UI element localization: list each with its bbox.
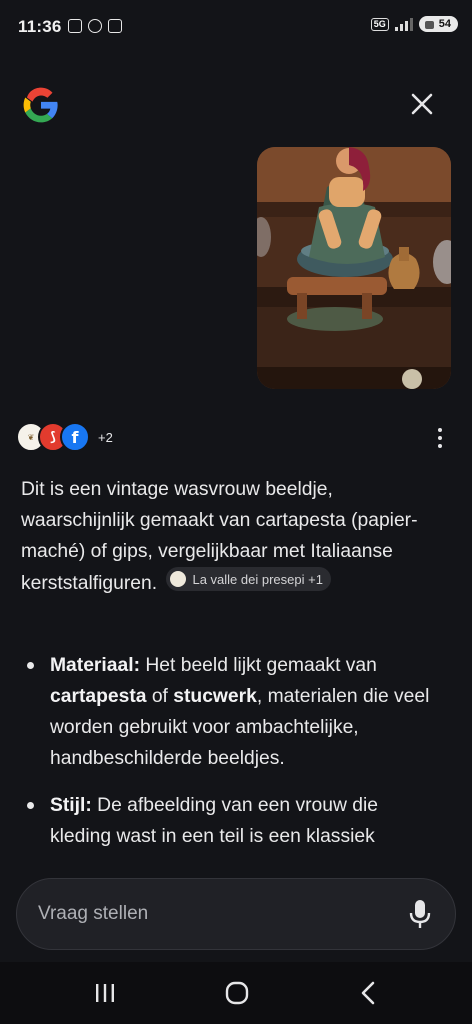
uploaded-photo[interactable] — [257, 147, 451, 389]
bullet-bold: cartapesta — [50, 686, 147, 707]
battery-indicator: 54 — [418, 16, 458, 32]
microphone-icon[interactable] — [409, 899, 431, 929]
bullet-text: Het beeld lijkt gemaakt van — [140, 655, 377, 676]
more-options-icon[interactable] — [432, 426, 448, 450]
bullet-text: of — [146, 686, 174, 707]
source-chip[interactable]: La valle dei presepi +1 — [166, 567, 331, 591]
source-chip-icon — [170, 571, 187, 587]
back-icon[interactable] — [354, 980, 384, 1006]
more-sources-count[interactable]: +2 — [98, 430, 113, 445]
ask-input[interactable]: Vraag stellen — [38, 903, 148, 925]
home-icon[interactable] — [222, 980, 252, 1006]
google-g-logo-icon — [23, 87, 58, 123]
recents-icon[interactable] — [90, 980, 120, 1006]
answer-text: Dit is een vintage wasvrouw beeldje, waa… — [21, 474, 441, 599]
status-right: 5G 54 — [370, 16, 458, 32]
list-item: Materiaal: Het beeld lijkt gemaakt van c… — [24, 650, 444, 774]
system-nav-bar — [0, 962, 472, 1024]
notification-icons — [68, 19, 122, 33]
source-chip-label: La valle dei presepi +1 — [192, 571, 323, 587]
screenshot-icon — [68, 19, 82, 33]
source-avatars[interactable]: ❦ ⟆ f +2 — [16, 422, 113, 452]
calendar-icon — [108, 19, 122, 33]
status-time: 11:36 — [18, 17, 62, 36]
ask-input-bar[interactable]: Vraag stellen — [16, 878, 456, 950]
status-bar: 11:36 5G 54 — [0, 0, 472, 56]
bullet-label: Stijl: — [50, 795, 92, 816]
bullet-text: De afbeelding van een vrouw die kleding … — [50, 795, 378, 847]
answer-bullets: Materiaal: Het beeld lijkt gemaakt van c… — [24, 650, 444, 868]
network-type: 5G — [370, 17, 389, 31]
game-icon — [88, 19, 102, 33]
list-item: Stijl: De afbeelding van een vrouw die k… — [24, 790, 444, 852]
bullet-bold: stucwerk — [173, 686, 257, 707]
bullet-label: Materiaal: — [50, 655, 141, 676]
facebook-icon[interactable]: f — [60, 422, 90, 452]
signal-icon — [394, 17, 413, 31]
close-icon[interactable] — [406, 88, 438, 120]
